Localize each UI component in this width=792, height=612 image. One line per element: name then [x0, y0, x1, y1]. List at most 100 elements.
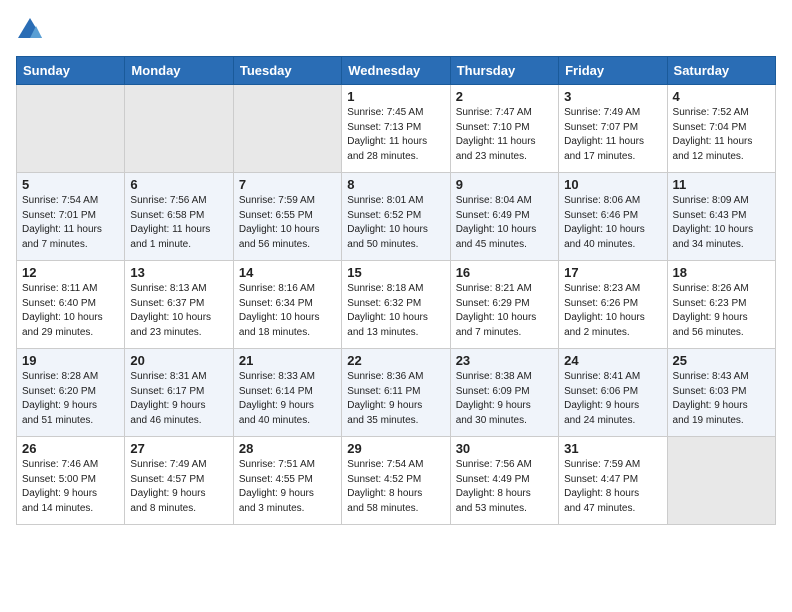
day-cell: 29Sunrise: 7:54 AM Sunset: 4:52 PM Dayli… — [342, 437, 450, 525]
day-cell: 8Sunrise: 8:01 AM Sunset: 6:52 PM Daylig… — [342, 173, 450, 261]
day-cell — [667, 437, 775, 525]
day-info: Sunrise: 7:59 AM Sunset: 6:55 PM Dayligh… — [239, 194, 336, 252]
day-cell: 19 Sunrise: 8:28 AM Sunset: 6:20 PM Dayli… — [17, 349, 125, 437]
day-info: Sunrise: 8:38 AM Sunset: 6:09 PM Dayligh… — [456, 370, 553, 428]
week-row-2: 5 Sunrise: 7:54 AM Sunset: 7:01 PM Daylig… — [17, 173, 776, 261]
day-info: Sunrise: 7:54 AM Sunset: 7:01 PM Dayligh… — [22, 194, 119, 252]
day-info: Sunrise: 7:52 AM Sunset: 7:04 PM Dayligh… — [673, 106, 770, 164]
day-info: Sunrise: 8:04 AM Sunset: 6:49 PM Dayligh… — [456, 194, 553, 252]
day-number: 13 — [130, 265, 227, 280]
day-header-sunday: Sunday — [17, 57, 125, 85]
day-cell: 18 Sunrise: 8:26 AM Sunset: 6:23 PM Dayli… — [667, 261, 775, 349]
day-info: Sunrise: 8:21 AM Sunset: 6:29 PM Dayligh… — [456, 282, 553, 340]
day-info: Sunrise: 8:33 AM Sunset: 6:14 PM Dayligh… — [239, 370, 336, 428]
day-number: 4 — [673, 89, 770, 104]
day-info: Sunrise: 8:16 AM Sunset: 6:34 PM Dayligh… — [239, 282, 336, 340]
day-number: 25 — [673, 353, 770, 368]
day-info: Sunrise: 8:09 AM Sunset: 6:43 PM Dayligh… — [673, 194, 770, 252]
day-cell: 20Sunrise: 8:31 AM Sunset: 6:17 PM Dayli… — [125, 349, 233, 437]
day-cell: 11 Sunrise: 8:09 AM Sunset: 6:43 PM Dayli… — [667, 173, 775, 261]
day-number: 10 — [564, 177, 661, 192]
day-number: 23 — [456, 353, 553, 368]
day-number: 21 — [239, 353, 336, 368]
day-cell: 7 Sunrise: 7:59 AM Sunset: 6:55 PM Daylig… — [233, 173, 341, 261]
day-number: 9 — [456, 177, 553, 192]
day-info: Sunrise: 7:49 AM Sunset: 7:07 PM Dayligh… — [564, 106, 661, 164]
day-info: Sunrise: 8:36 AM Sunset: 6:11 PM Dayligh… — [347, 370, 444, 428]
day-info: Sunrise: 7:56 AM Sunset: 4:49 PM Dayligh… — [456, 458, 553, 516]
day-header-monday: Monday — [125, 57, 233, 85]
day-cell: 5 Sunrise: 7:54 AM Sunset: 7:01 PM Daylig… — [17, 173, 125, 261]
day-cell: 24 Sunrise: 8:41 AM Sunset: 6:06 PM Dayli… — [559, 349, 667, 437]
day-info: Sunrise: 8:43 AM Sunset: 6:03 PM Dayligh… — [673, 370, 770, 428]
day-number: 8 — [347, 177, 444, 192]
day-number: 24 — [564, 353, 661, 368]
day-cell: 10 Sunrise: 8:06 AM Sunset: 6:46 PM Dayli… — [559, 173, 667, 261]
day-cell: 28 Sunrise: 7:51 AM Sunset: 4:55 PM Dayli… — [233, 437, 341, 525]
day-info: Sunrise: 8:41 AM Sunset: 6:06 PM Dayligh… — [564, 370, 661, 428]
day-cell: 4 Sunrise: 7:52 AM Sunset: 7:04 PM Daylig… — [667, 85, 775, 173]
day-info: Sunrise: 8:26 AM Sunset: 6:23 PM Dayligh… — [673, 282, 770, 340]
day-number: 14 — [239, 265, 336, 280]
day-info: Sunrise: 8:28 AM Sunset: 6:20 PM Dayligh… — [22, 370, 119, 428]
week-row-3: 12Sunrise: 8:11 AM Sunset: 6:40 PM Dayli… — [17, 261, 776, 349]
day-cell: 1 Sunrise: 7:45 AM Sunset: 7:13 PM Daylig… — [342, 85, 450, 173]
day-header-wednesday: Wednesday — [342, 57, 450, 85]
day-cell: 21 Sunrise: 8:33 AM Sunset: 6:14 PM Dayli… — [233, 349, 341, 437]
day-number: 20 — [130, 353, 227, 368]
day-info: Sunrise: 8:11 AM Sunset: 6:40 PM Dayligh… — [22, 282, 119, 340]
day-cell — [17, 85, 125, 173]
day-cell: 14 Sunrise: 8:16 AM Sunset: 6:34 PM Dayli… — [233, 261, 341, 349]
week-row-4: 19 Sunrise: 8:28 AM Sunset: 6:20 PM Dayli… — [17, 349, 776, 437]
day-cell: 9 Sunrise: 8:04 AM Sunset: 6:49 PM Daylig… — [450, 173, 558, 261]
day-info: Sunrise: 7:51 AM Sunset: 4:55 PM Dayligh… — [239, 458, 336, 516]
day-number: 6 — [130, 177, 227, 192]
day-cell — [233, 85, 341, 173]
day-info: Sunrise: 7:47 AM Sunset: 7:10 PM Dayligh… — [456, 106, 553, 164]
day-cell: 26 Sunrise: 7:46 AM Sunset: 5:00 PM Dayli… — [17, 437, 125, 525]
day-info: Sunrise: 7:59 AM Sunset: 4:47 PM Dayligh… — [564, 458, 661, 516]
day-number: 17 — [564, 265, 661, 280]
day-number: 31 — [564, 441, 661, 456]
day-cell: 13 Sunrise: 8:13 AM Sunset: 6:37 PM Dayli… — [125, 261, 233, 349]
day-info: Sunrise: 7:49 AM Sunset: 4:57 PM Dayligh… — [130, 458, 227, 516]
day-info: Sunrise: 7:56 AM Sunset: 6:58 PM Dayligh… — [130, 194, 227, 252]
day-number: 3 — [564, 89, 661, 104]
day-cell: 12Sunrise: 8:11 AM Sunset: 6:40 PM Dayli… — [17, 261, 125, 349]
logo-icon — [16, 16, 44, 44]
day-info: Sunrise: 7:45 AM Sunset: 7:13 PM Dayligh… — [347, 106, 444, 164]
day-info: Sunrise: 7:46 AM Sunset: 5:00 PM Dayligh… — [22, 458, 119, 516]
day-number: 18 — [673, 265, 770, 280]
day-cell: 6 Sunrise: 7:56 AM Sunset: 6:58 PM Daylig… — [125, 173, 233, 261]
day-cell: 3 Sunrise: 7:49 AM Sunset: 7:07 PM Daylig… — [559, 85, 667, 173]
day-number: 7 — [239, 177, 336, 192]
day-number: 1 — [347, 89, 444, 104]
day-number: 2 — [456, 89, 553, 104]
day-cell: 27 Sunrise: 7:49 AM Sunset: 4:57 PM Dayli… — [125, 437, 233, 525]
day-number: 15 — [347, 265, 444, 280]
calendar-table: SundayMondayTuesdayWednesdayThursdayFrid… — [16, 56, 776, 525]
day-cell: 22Sunrise: 8:36 AM Sunset: 6:11 PM Dayli… — [342, 349, 450, 437]
day-number: 30 — [456, 441, 553, 456]
day-cell: 16Sunrise: 8:21 AM Sunset: 6:29 PM Dayli… — [450, 261, 558, 349]
day-cell: 30 Sunrise: 7:56 AM Sunset: 4:49 PM Dayli… — [450, 437, 558, 525]
day-cell — [125, 85, 233, 173]
day-cell: 31 Sunrise: 7:59 AM Sunset: 4:47 PM Dayli… — [559, 437, 667, 525]
day-number: 27 — [130, 441, 227, 456]
day-number: 5 — [22, 177, 119, 192]
day-info: Sunrise: 8:06 AM Sunset: 6:46 PM Dayligh… — [564, 194, 661, 252]
day-info: Sunrise: 8:13 AM Sunset: 6:37 PM Dayligh… — [130, 282, 227, 340]
day-number: 11 — [673, 177, 770, 192]
day-info: Sunrise: 8:23 AM Sunset: 6:26 PM Dayligh… — [564, 282, 661, 340]
week-row-1: 1 Sunrise: 7:45 AM Sunset: 7:13 PM Daylig… — [17, 85, 776, 173]
day-info: Sunrise: 8:18 AM Sunset: 6:32 PM Dayligh… — [347, 282, 444, 340]
day-number: 28 — [239, 441, 336, 456]
logo — [16, 16, 46, 44]
day-cell: 15 Sunrise: 8:18 AM Sunset: 6:32 PM Dayli… — [342, 261, 450, 349]
day-cell: 2 Sunrise: 7:47 AM Sunset: 7:10 PM Daylig… — [450, 85, 558, 173]
day-header-tuesday: Tuesday — [233, 57, 341, 85]
day-number: 26 — [22, 441, 119, 456]
day-number: 19 — [22, 353, 119, 368]
day-cell: 25 Sunrise: 8:43 AM Sunset: 6:03 PM Dayli… — [667, 349, 775, 437]
day-number: 29 — [347, 441, 444, 456]
